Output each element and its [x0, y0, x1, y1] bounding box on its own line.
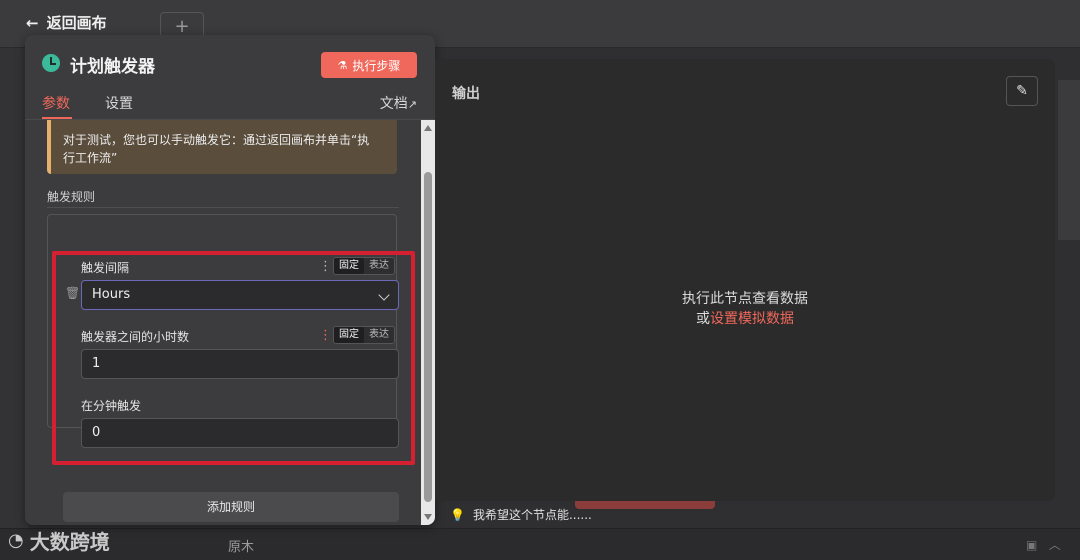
flask-icon: ⚗: [337, 58, 348, 72]
section-divider: [47, 207, 399, 208]
back-to-canvas-label: 返回画布: [46, 14, 107, 32]
tab-parameters[interactable]: 参数: [42, 93, 70, 113]
output-empty-state: 执行此节点查看数据 或设置模拟数据: [435, 289, 1055, 329]
node-parameters-panel: 计划触发器 ⚗ 执行步骤 参数 设置 文档↗ 对于测试，您也可以手动触发它：通过…: [25, 35, 435, 525]
output-mock-line: 或设置模拟数据: [435, 309, 1055, 329]
parameters-scroll-area[interactable]: 对于测试，您也可以手动触发它：通过返回画布并单击“执 行工作流” 触发规则 🗑 …: [25, 120, 421, 525]
clock-icon: [42, 54, 60, 72]
background-sidebar: [0, 48, 28, 528]
lightbulb-icon: 💡: [450, 507, 465, 522]
background-node-edge: [575, 501, 715, 509]
background-right-strip: [1058, 80, 1080, 240]
or-text: 或: [696, 311, 710, 327]
background-bottom-bar: [0, 528, 1080, 560]
annotation-highlight-box: [52, 251, 415, 465]
watermark-text: 大数跨境: [29, 530, 110, 554]
edit-output-button[interactable]: ✎: [1006, 76, 1038, 106]
output-panel: 输出 ✎ 执行此节点查看数据 或设置模拟数据: [435, 59, 1055, 501]
tab-settings[interactable]: 设置: [105, 93, 133, 113]
manual-trigger-notice: 对于测试，您也可以手动触发它：通过返回画布并单击“执 行工作流”: [47, 120, 397, 174]
watermark-logo-icon: ◔: [8, 530, 24, 551]
execute-step-label: 执行步骤: [352, 58, 401, 73]
arrow-left-icon: ←: [26, 13, 39, 32]
notice-line-1: 对于测试，您也可以手动触发它：通过返回画布并单击“执: [63, 133, 370, 147]
back-to-canvas-button[interactable]: ← 返回画布: [26, 12, 107, 33]
node-title: 计划触发器: [70, 57, 155, 77]
add-rule-button[interactable]: 添加规则: [63, 492, 399, 522]
bottom-bar-label: 原木: [228, 540, 255, 555]
watermark: ◔ 大数跨境: [8, 526, 110, 555]
pencil-icon: ✎: [1016, 83, 1028, 99]
panel-scrollbar[interactable]: [421, 120, 435, 525]
output-empty-message: 执行此节点查看数据: [682, 291, 808, 307]
panel-header: 计划触发器 ⚗ 执行步骤: [25, 35, 435, 89]
set-mock-data-link[interactable]: 设置模拟数据: [710, 311, 794, 327]
execute-step-button[interactable]: ⚗ 执行步骤: [321, 52, 417, 78]
feature-request-text: 我希望这个节点能......: [472, 508, 592, 522]
feature-request-hint[interactable]: 💡 我希望这个节点能......: [450, 506, 592, 523]
notice-line-2: 行工作流”: [63, 151, 118, 165]
trigger-rules-title: 触发规则: [47, 190, 96, 204]
external-link-icon: ↗: [407, 98, 417, 111]
scroll-up-icon[interactable]: [424, 125, 432, 131]
scrollbar-thumb[interactable]: [424, 172, 432, 502]
output-title: 输出: [452, 86, 480, 102]
scroll-down-icon[interactable]: [424, 514, 432, 520]
docs-label: 文档: [379, 96, 408, 112]
bottom-bar-icons[interactable]: ▣ ︿: [1026, 536, 1061, 553]
docs-link[interactable]: 文档↗: [380, 93, 417, 113]
